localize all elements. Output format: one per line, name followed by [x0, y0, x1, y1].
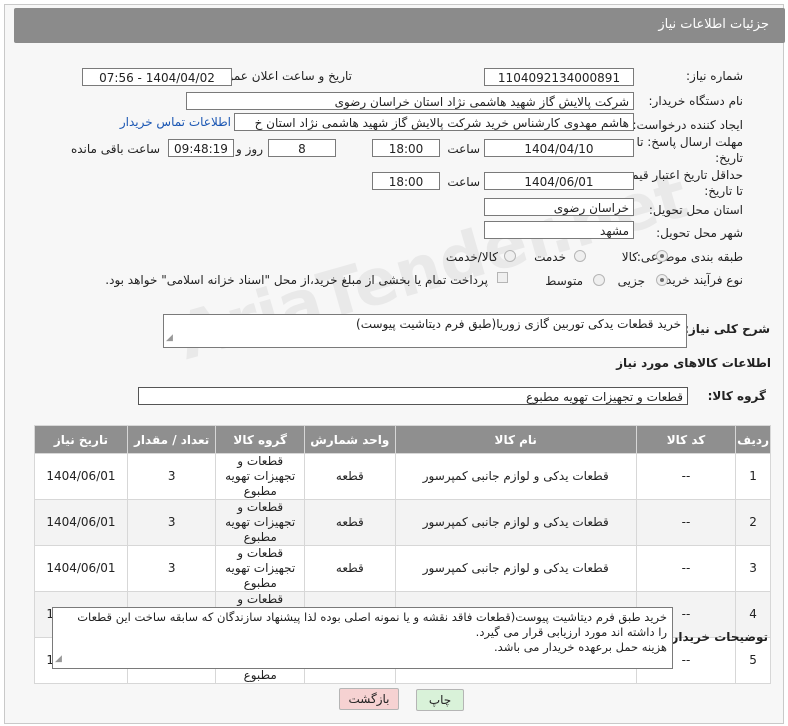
cell-date: 1404/06/01	[34, 499, 128, 546]
city-field[interactable]: مشهد	[484, 221, 634, 239]
deadline-time-field[interactable]: 18:00	[372, 139, 440, 157]
buyer-notes-textarea[interactable]: خرید طبق فرم دیتاشیت پیوست(قطعات فاقد نق…	[52, 607, 673, 669]
need-number-field[interactable]: 1104092134000891	[484, 68, 634, 86]
cell-qty: 3	[126, 499, 217, 546]
col-header-row: ردیف	[735, 425, 771, 454]
validity-label-2: تا تاریخ:	[704, 184, 743, 198]
cell-group: قطعات و تجهیزات تهویه مطبوع	[215, 545, 305, 592]
creator-label: ایجاد کننده درخواست:	[632, 118, 743, 132]
table-row[interactable]: 1 -- قطعات یدکی و لوازم جانبی کمپرسور قط…	[34, 453, 771, 500]
category-radio-service[interactable]	[574, 250, 586, 262]
cell-qty: 3	[126, 545, 217, 592]
page-title: جزئیات اطلاعات نیاز	[658, 17, 769, 32]
need-number-label: شماره نیاز:	[686, 69, 743, 83]
cell-code: --	[635, 453, 737, 500]
buyer-notes-label: توضیحات خریدار:	[666, 630, 768, 644]
validity-label: حداقل تاریخ اعتبار قیمت:	[616, 168, 743, 182]
cell-group: قطعات و تجهیزات تهویه مطبوع	[215, 453, 305, 500]
resize-grip-icon[interactable]: ◢	[55, 652, 62, 667]
title-bar: جزئیات اطلاعات نیاز	[14, 8, 785, 43]
announce-field[interactable]: 1404/04/02 - 07:56	[82, 68, 232, 86]
payment-checkbox[interactable]	[497, 272, 508, 283]
resize-grip-icon[interactable]: ◢	[166, 331, 173, 346]
cell-code: --	[635, 499, 737, 546]
cell-group: قطعات و تجهیزات تهویه مطبوع	[215, 499, 305, 546]
cell-row-number: 1	[735, 453, 771, 500]
table-row[interactable]: 2 -- قطعات یدکی و لوازم جانبی کمپرسور قط…	[34, 499, 771, 546]
buyer-notes-line-3: هزینه حمل برعهده خریدار می باشد.	[494, 640, 667, 654]
days-remaining-field[interactable]: 8	[268, 139, 336, 157]
cell-row-number: 2	[735, 499, 771, 546]
cell-row-number: 3	[735, 545, 771, 592]
process-label: نوع فرآیند خرید :	[658, 273, 743, 287]
col-header-qty: تعداد / مقدار	[126, 425, 217, 454]
category-radio-both[interactable]	[504, 250, 516, 262]
col-header-date: تاریخ نیاز	[34, 425, 128, 454]
validity-time-field[interactable]: 18:00	[372, 172, 440, 190]
buyer-notes-line-2: را داشته اند مورد ارزیابی قرار می گیرد.	[475, 625, 667, 639]
deadline-date-field[interactable]: 1404/04/10	[484, 139, 634, 157]
validity-hour-label: ساعت	[447, 175, 480, 189]
validity-date-field[interactable]: 1404/06/01	[484, 172, 634, 190]
col-header-name: نام کالا	[394, 425, 637, 454]
table-row[interactable]: 3 -- قطعات یدکی و لوازم جانبی کمپرسور قط…	[34, 545, 771, 592]
print-button[interactable]: چاپ	[416, 689, 464, 711]
goods-section-title: اطلاعات کالاهای مورد نیاز	[616, 356, 771, 370]
category-radio-goods[interactable]	[656, 250, 668, 262]
cell-date: 1404/06/01	[34, 453, 128, 500]
remaining-label: ساعت باقی مانده	[70, 142, 160, 156]
col-header-group: گروه کالا	[215, 425, 305, 454]
process-radio-medium[interactable]	[593, 274, 605, 286]
buyer-org-field[interactable]: شرکت پالایش گاز شهید هاشمی نژاد استان خر…	[186, 92, 634, 110]
col-header-unit: واحد شمارش	[304, 425, 396, 454]
deadline-label: مهلت ارسال پاسخ: تا	[636, 135, 743, 149]
province-label: استان محل تحویل:	[648, 203, 743, 217]
category-option-goods: کالا	[621, 250, 638, 264]
description-textarea[interactable]: خرید قطعات یدکی توربین گازی زوریا(طبق فر…	[163, 314, 687, 348]
table-header-row: ردیف کد کالا نام کالا واحد شمارش گروه کا…	[34, 425, 771, 454]
buyer-org-label: نام دستگاه خریدار:	[648, 94, 744, 108]
category-option-both: کالا/خدمت	[445, 250, 498, 264]
process-radio-minor[interactable]	[656, 274, 668, 286]
remaining-time-field[interactable]: 09:48:19	[168, 139, 234, 157]
category-label: طبقه بندی موضوعی:	[636, 250, 743, 264]
description-text: خرید قطعات یدکی توربین گازی زوریا(طبق فر…	[356, 317, 681, 331]
deadline-label-2: تاریخ:	[715, 151, 743, 165]
city-label: شهر محل تحویل:	[656, 226, 743, 240]
cell-qty: 3	[126, 453, 217, 500]
process-option-medium: متوسط	[545, 274, 583, 288]
deadline-hour-label: ساعت	[447, 142, 480, 156]
description-label: شرح کلی نیاز:	[684, 322, 770, 336]
buyer-notes-line-1: خرید طبق فرم دیتاشیت پیوست(قطعات فاقد نق…	[77, 610, 667, 624]
cell-name: قطعات یدکی و لوازم جانبی کمپرسور	[394, 545, 637, 592]
cell-unit: قطعه	[304, 453, 396, 500]
cell-name: قطعات یدکی و لوازم جانبی کمپرسور	[394, 499, 637, 546]
contact-info-link[interactable]: اطلاعات تماس خریدار	[120, 115, 231, 129]
cell-name: قطعات یدکی و لوازم جانبی کمپرسور	[394, 453, 637, 500]
col-header-code: کد کالا	[635, 425, 737, 454]
process-option-minor: جزیی	[617, 274, 645, 288]
cell-code: --	[635, 545, 737, 592]
cell-unit: قطعه	[304, 499, 396, 546]
goods-group-label: گروه کالا:	[707, 389, 766, 403]
province-field[interactable]: خراسان رضوی	[484, 198, 634, 216]
cell-row-number: 5	[735, 637, 771, 684]
category-option-service: خدمت	[534, 250, 566, 264]
creator-field[interactable]: هاشم مهدوی کارشناس خرید شرکت پالایش گاز …	[234, 113, 634, 131]
cell-unit: قطعه	[304, 545, 396, 592]
back-button[interactable]: بازگشت	[339, 688, 399, 710]
payment-note: پرداخت تمام یا بخشی از مبلغ خرید،از محل …	[105, 273, 488, 287]
cell-date: 1404/06/01	[34, 545, 128, 592]
days-label: روز و	[236, 142, 263, 156]
goods-group-field[interactable]: قطعات و تجهیزات تهویه مطبوع	[138, 387, 688, 405]
